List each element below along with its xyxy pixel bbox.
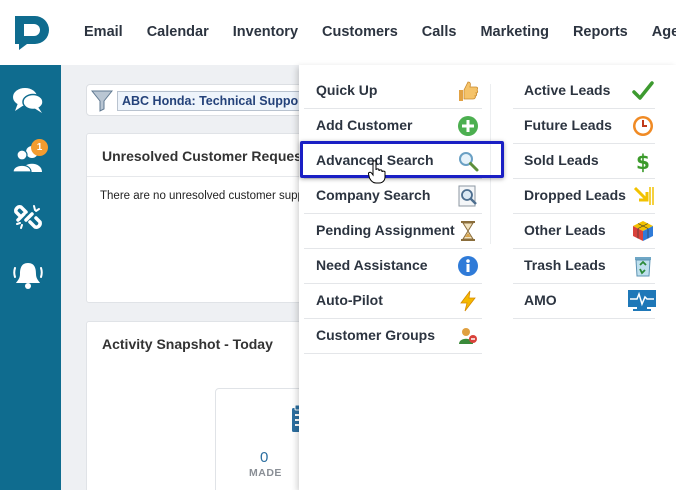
menu-advanced-search[interactable]: Advanced Search: [304, 144, 482, 179]
left-sidebar: 1: [0, 65, 61, 490]
menu-auto-pilot[interactable]: Auto-Pilot: [304, 284, 482, 319]
menu-label: Auto-Pilot: [316, 292, 383, 308]
users-badge: 1: [31, 139, 48, 156]
menu-future-leads[interactable]: Future Leads: [513, 109, 655, 144]
thumbs-up-icon: [459, 81, 479, 101]
menu-sold-leads[interactable]: Sold Leads $: [513, 144, 655, 179]
card-title: Unresolved Customer Requests: [102, 148, 315, 164]
menu-trash-leads[interactable]: Trash Leads: [513, 249, 655, 284]
plus-circle-icon: [458, 116, 478, 136]
menu-label: Customer Groups: [316, 327, 436, 343]
dollar-icon: $: [636, 150, 650, 173]
nav-email[interactable]: Email: [84, 24, 123, 40]
monitor-pulse-icon: [628, 290, 656, 311]
menu-label: Pending Assignment: [316, 222, 455, 238]
menu-label: Add Customer: [316, 117, 413, 133]
nav-inventory[interactable]: Inventory: [233, 24, 298, 40]
nav-agents[interactable]: Agents: [652, 24, 676, 40]
menu-label: Other Leads: [524, 222, 606, 238]
nav-marketing[interactable]: Marketing: [480, 24, 549, 40]
info-icon: [458, 256, 478, 276]
svg-text:$: $: [636, 150, 650, 173]
app-logo-icon[interactable]: [13, 14, 51, 50]
nav-customers[interactable]: Customers: [322, 24, 398, 40]
magnifier-icon: [459, 152, 479, 172]
made-label: MADE: [249, 467, 282, 479]
hourglass-icon: [461, 221, 475, 241]
menu-label: AMO: [524, 292, 557, 308]
menu-dropped-leads[interactable]: Dropped Leads: [513, 179, 655, 214]
menu-quick-up[interactable]: Quick Up: [304, 74, 482, 109]
lightning-icon: [460, 290, 476, 312]
menu-amo[interactable]: AMO: [513, 284, 656, 319]
top-navbar: Email Calendar Inventory Customers Calls…: [0, 0, 676, 65]
menu-pending-assignment[interactable]: Pending Assignment: [304, 214, 482, 249]
unlink-icon[interactable]: [12, 202, 44, 232]
menu-label: Future Leads: [524, 117, 612, 133]
card-title: Activity Snapshot - Today: [102, 336, 273, 352]
nav-reports[interactable]: Reports: [573, 24, 628, 40]
menu-label: Sold Leads: [524, 152, 599, 168]
column-divider: [490, 84, 491, 244]
menu-customer-groups[interactable]: Customer Groups: [304, 319, 482, 354]
nav-calendar[interactable]: Calendar: [147, 24, 209, 40]
recycle-bin-icon: [635, 257, 651, 277]
menu-label: Quick Up: [316, 82, 378, 98]
chat-icon[interactable]: [12, 86, 44, 116]
menu-company-search[interactable]: Company Search: [304, 179, 482, 214]
menu-label: Company Search: [316, 187, 431, 203]
cube-icon: [633, 221, 653, 241]
down-arrow-icon: [633, 186, 654, 205]
dealer-filter: ABC Honda: Technical Support: [86, 84, 337, 116]
menu-active-leads[interactable]: Active Leads: [513, 74, 655, 109]
bell-icon[interactable]: [12, 260, 44, 290]
divider: [87, 176, 325, 177]
menu-label: Dropped Leads: [524, 187, 626, 203]
menu-other-leads[interactable]: Other Leads: [513, 214, 655, 249]
menu-need-assistance[interactable]: Need Assistance: [304, 249, 482, 284]
menu-add-customer[interactable]: Add Customer: [304, 109, 482, 144]
unresolved-requests-card: Unresolved Customer Requests There are n…: [86, 133, 365, 303]
main-nav: Email Calendar Inventory Customers Calls…: [84, 24, 676, 40]
hand-cursor-icon: [368, 160, 386, 184]
menu-label: Need Assistance: [316, 257, 428, 273]
nav-calls[interactable]: Calls: [422, 24, 457, 40]
menu-label: Active Leads: [524, 82, 611, 98]
checkmark-icon: [632, 81, 654, 100]
filter-funnel-icon[interactable]: [91, 88, 113, 112]
menu-label: Trash Leads: [524, 257, 606, 273]
clock-icon: [633, 116, 653, 136]
document-search-icon: [458, 185, 477, 207]
user-group-icon: [459, 328, 477, 344]
